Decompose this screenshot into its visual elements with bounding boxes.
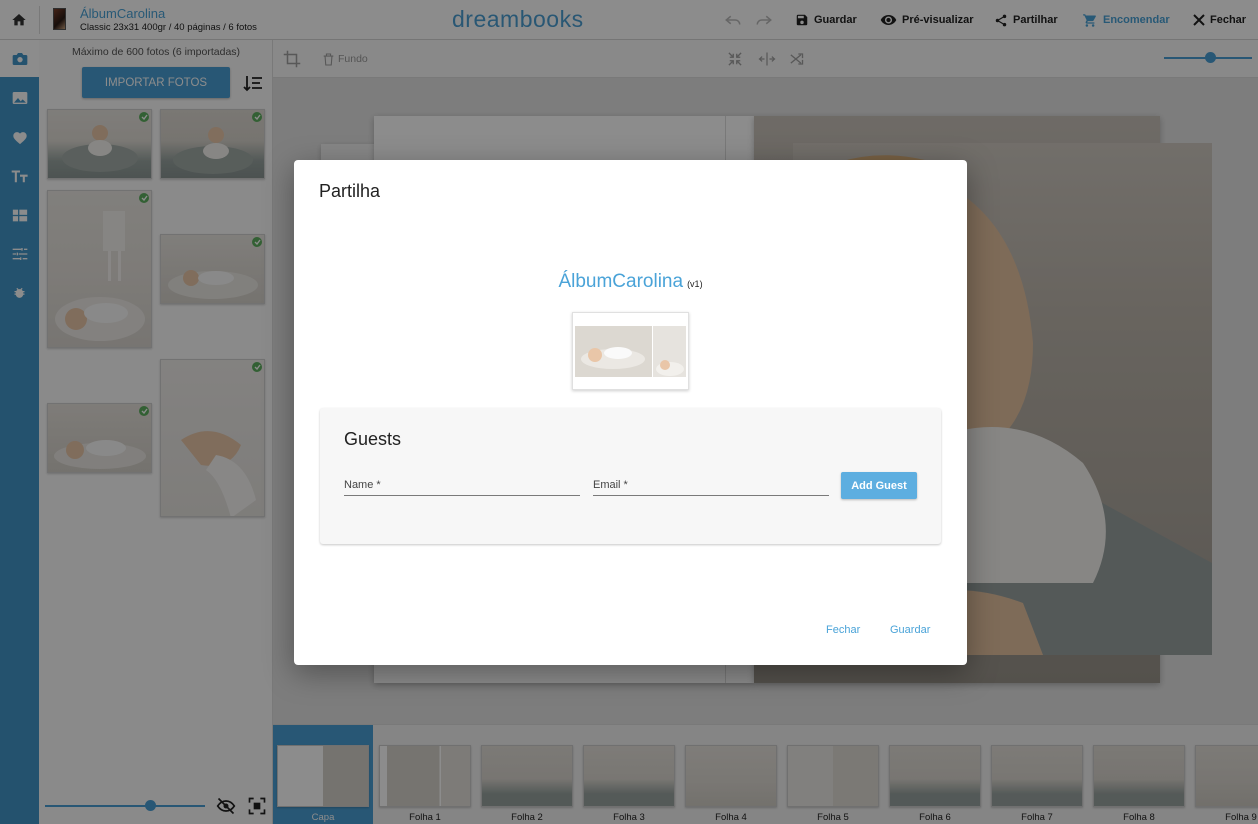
- guest-email-field[interactable]: Email *: [593, 476, 829, 496]
- shared-album-heading: ÁlbumCarolina (v1): [294, 271, 967, 293]
- guest-name-field[interactable]: Name *: [344, 476, 580, 496]
- guests-title: Guests: [344, 429, 402, 449]
- album-preview-image: [575, 326, 686, 377]
- dialog-title: Partilha: [319, 181, 381, 201]
- shared-album-name: ÁlbumCarolina: [558, 271, 684, 292]
- dialog-save-button[interactable]: Guardar: [890, 624, 930, 636]
- dialog-close-button[interactable]: Fechar: [826, 624, 860, 636]
- album-version: (v1): [687, 279, 703, 289]
- add-guest-button[interactable]: Add Guest: [841, 472, 917, 499]
- share-dialog: Partilha ÁlbumCarolina (v1) Guests Name *…: [294, 160, 967, 665]
- guests-card: Guests Name * Email * Add Guest: [320, 408, 941, 544]
- shared-album-thumbnail: [572, 312, 689, 390]
